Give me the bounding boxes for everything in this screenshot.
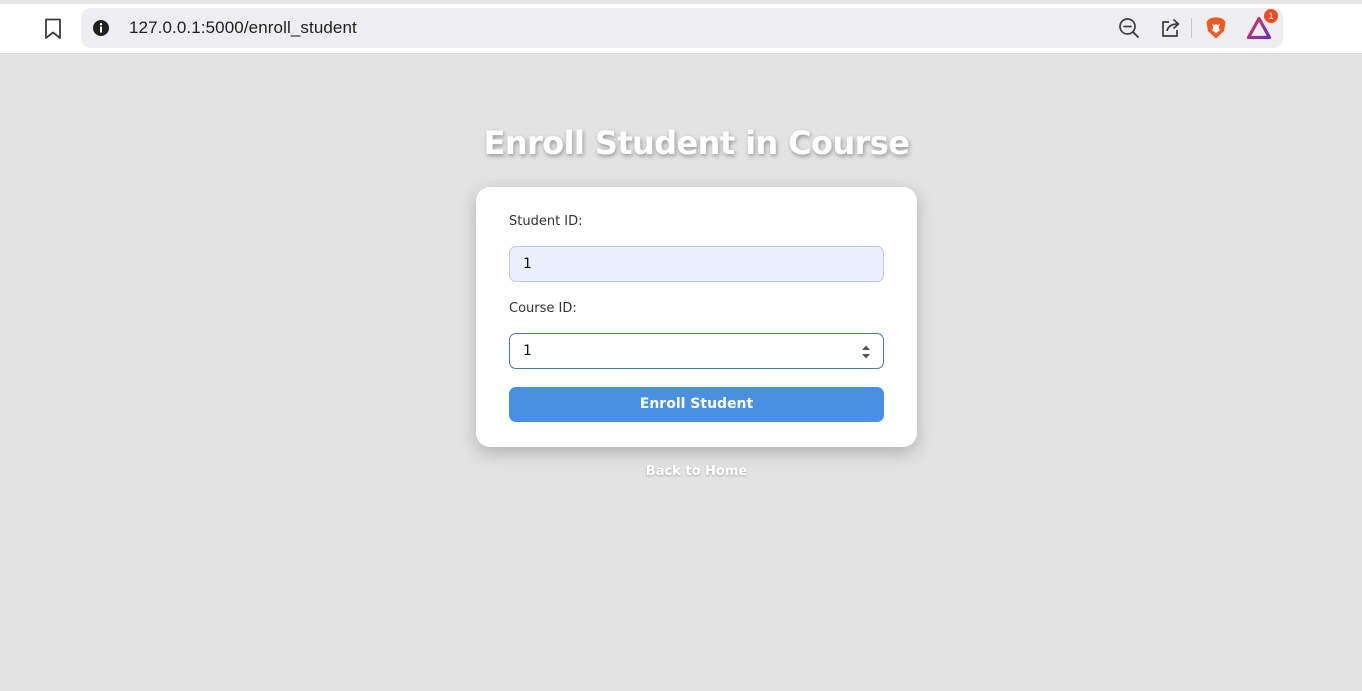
enroll-student-button[interactable]: Enroll Student [509,387,884,422]
course-id-input[interactable]: 1 [509,333,884,369]
rewards-badge: 1 [1264,9,1278,23]
info-icon[interactable] [92,19,110,37]
brave-shields-icon[interactable] [1203,15,1229,41]
toolbar-divider [1191,18,1192,38]
share-icon[interactable] [1158,15,1184,41]
zoom-out-icon[interactable] [1116,15,1142,41]
bookmark-icon[interactable] [38,14,68,44]
enroll-form-card: Student ID: 1 Course ID: 1 Enroll Studen… [476,187,917,447]
address-bar[interactable]: 127.0.0.1:5000/enroll_student 1 [81,8,1283,48]
brave-rewards-icon[interactable]: 1 [1246,9,1278,41]
browser-toolbar: 127.0.0.1:5000/enroll_student 1 [0,0,1362,54]
back-to-home-link[interactable]: Back to Home [0,464,1362,479]
course-id-value: 1 [523,343,532,359]
number-spinner[interactable] [861,345,871,359]
student-id-label: Student ID: [509,214,583,229]
course-id-label: Course ID: [509,301,577,316]
spinner-down-icon[interactable] [861,354,871,359]
spinner-up-icon[interactable] [861,345,871,350]
student-id-input[interactable]: 1 [509,246,884,282]
tab-strip-edge [0,0,1362,4]
url-text[interactable]: 127.0.0.1:5000/enroll_student [129,18,357,38]
page-title: Enroll Student in Course [483,124,910,162]
